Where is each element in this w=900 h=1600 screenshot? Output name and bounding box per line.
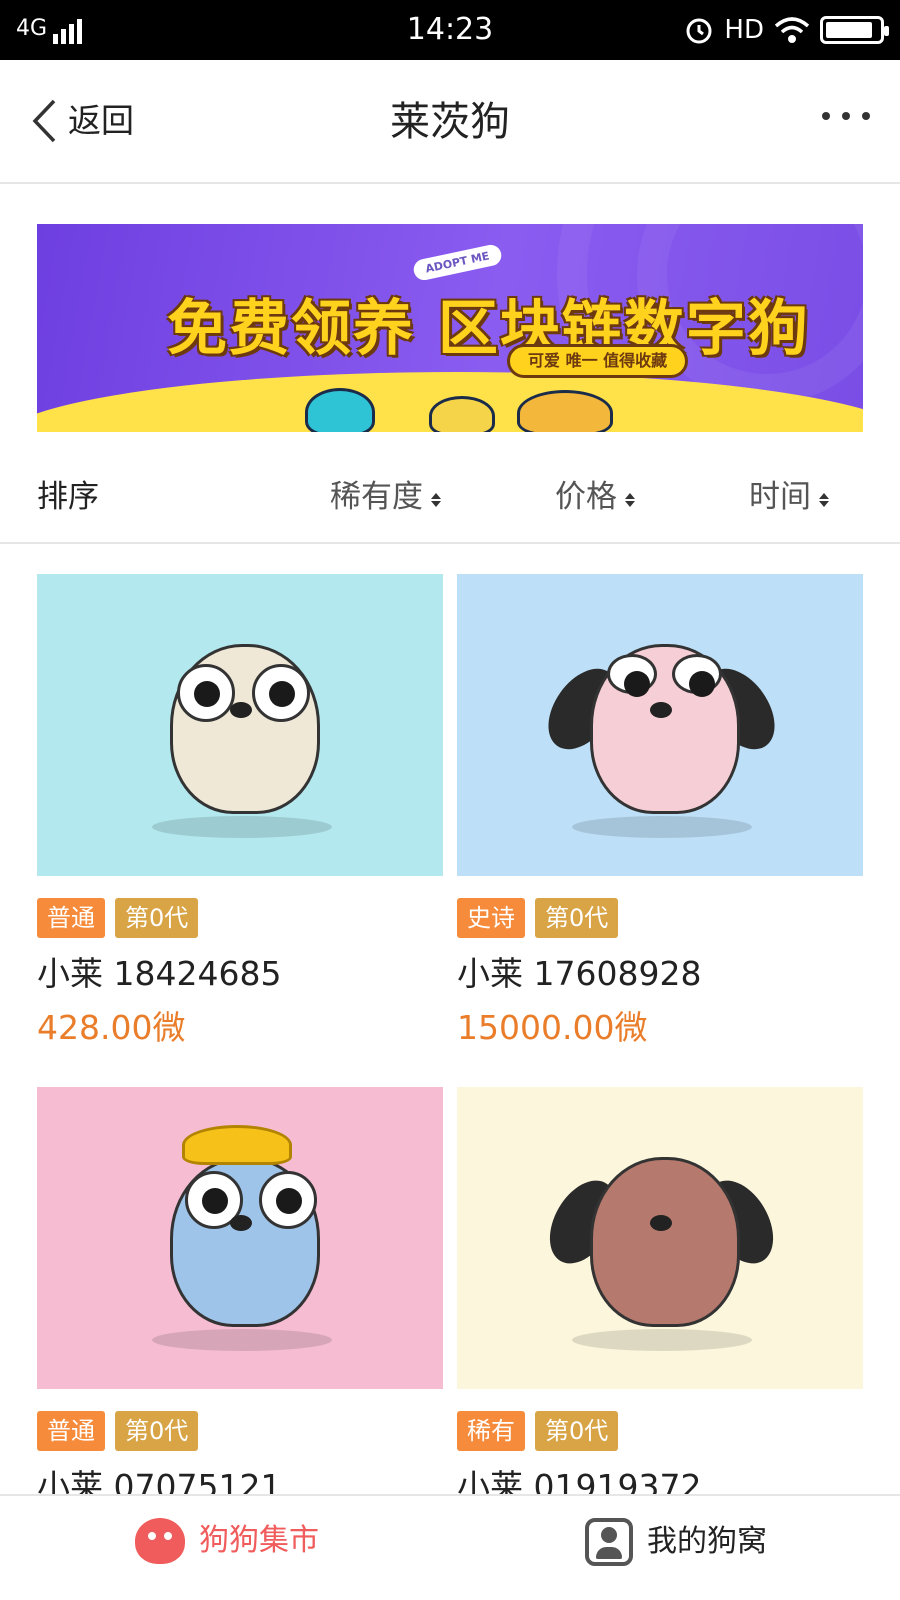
- dog-name: 小莱 17608928: [457, 954, 702, 993]
- banner-dog-illustration: [305, 388, 375, 432]
- banner-headline: 免费领养 区块链数字狗: [167, 294, 810, 364]
- dog-image: [37, 1087, 443, 1389]
- grade-badge: 稀有: [457, 1411, 525, 1451]
- sort-caret-icon: [431, 493, 441, 507]
- banner-dog-illustration: [429, 396, 495, 432]
- dog-price: 428.00微: [37, 1008, 186, 1047]
- sort-option-label: 价格: [555, 479, 617, 515]
- banner-tagline: 可爱 唯一 值得收藏: [507, 344, 689, 378]
- grade-badge: 史诗: [457, 898, 525, 938]
- generation-badge: 第0代: [535, 898, 619, 938]
- page-title: 莱茨狗: [390, 99, 510, 145]
- dog-card[interactable]: 普通 第0代 小莱 07075121: [37, 1087, 443, 1509]
- wifi-icon: [774, 17, 810, 43]
- dog-image: [37, 574, 443, 876]
- alarm-icon: [686, 18, 712, 44]
- sort-caret-icon: [625, 493, 635, 507]
- sort-by-time[interactable]: 时间: [749, 474, 829, 520]
- tab-my-kennel[interactable]: 我的狗窝: [585, 1518, 767, 1566]
- grade-badge: 普通: [37, 1411, 105, 1451]
- sort-option-label: 时间: [749, 479, 811, 515]
- dog-face-icon: [135, 1518, 185, 1564]
- dog-image: [457, 574, 863, 876]
- hd-indicator: HD: [724, 15, 764, 45]
- sort-label: 排序: [37, 479, 99, 515]
- more-options-icon[interactable]: [822, 112, 870, 120]
- status-bar: 4G 14:23 HD: [0, 0, 900, 60]
- dog-card[interactable]: 普通 第0代 小莱 18424685 428.00微: [37, 574, 443, 1050]
- dog-image: [457, 1087, 863, 1389]
- sort-option-label: 稀有度: [330, 479, 423, 515]
- nav-bar: 返回 莱茨狗: [0, 60, 900, 184]
- sort-by-price[interactable]: 价格: [555, 474, 635, 520]
- status-icons: HD: [684, 12, 889, 48]
- dog-name: 小莱 18424685: [37, 954, 282, 993]
- dog-card[interactable]: 稀有 第0代 小莱 01919372: [457, 1087, 863, 1509]
- generation-badge: 第0代: [115, 898, 199, 938]
- battery-icon: [820, 16, 889, 44]
- bottom-tab-bar: 狗狗集市 我的狗窝: [0, 1494, 900, 1600]
- generation-badge: 第0代: [115, 1411, 199, 1451]
- promo-banner[interactable]: ADOPT ME 免费领养 区块链数字狗 可爱 唯一 值得收藏: [37, 224, 863, 432]
- tab-label: 狗狗集市: [199, 1523, 319, 1558]
- adopt-sign: ADOPT ME: [411, 242, 504, 283]
- dog-price: 15000.00微: [457, 1008, 648, 1047]
- banner-dog-illustration: [517, 390, 613, 432]
- sort-by-rarity[interactable]: 稀有度: [330, 474, 441, 520]
- tab-dog-market[interactable]: 狗狗集市: [135, 1518, 319, 1564]
- user-profile-icon: [585, 1518, 633, 1566]
- sort-caret-icon: [819, 493, 829, 507]
- sort-bar: 排序 稀有度 价格 时间: [0, 452, 900, 544]
- dog-card[interactable]: 史诗 第0代 小莱 17608928 15000.00微: [457, 574, 863, 1050]
- generation-badge: 第0代: [535, 1411, 619, 1451]
- tab-label: 我的狗窝: [647, 1524, 767, 1559]
- grade-badge: 普通: [37, 898, 105, 938]
